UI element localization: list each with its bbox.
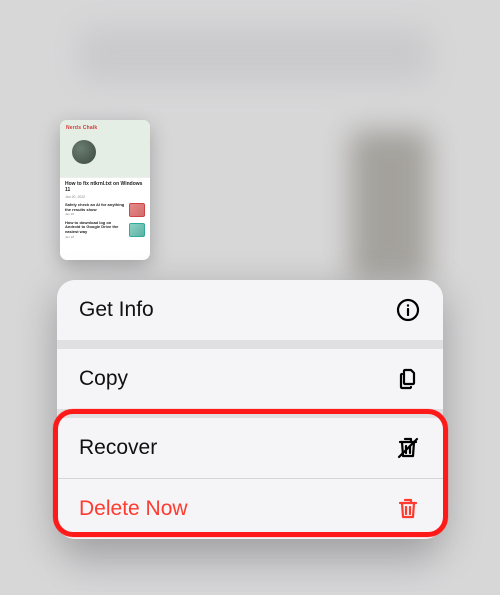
menu-separator-thick [57,409,443,418]
context-menu: Get Info Copy Recover [57,280,443,539]
preview-row1-date: Jan 18 [65,212,126,216]
screenshot-preview[interactable]: Nerds Chalk How to fix ntkrnl.txt on Win… [60,120,150,260]
menu-item-label: Delete Now [79,497,188,521]
menu-item-delete-now[interactable]: Delete Now [57,479,443,539]
preview-headline-date: Jan 20, 2022 [65,195,145,199]
menu-item-copy[interactable]: Copy [57,349,443,409]
preview-row2-date: Jan 18 [65,235,126,239]
menu-item-label: Recover [79,436,157,460]
recover-icon [395,435,421,461]
copy-icon [395,366,421,392]
preview-row1-thumb [129,203,145,217]
preview-row2-title: How to download log on Android to Google… [65,221,126,235]
trash-icon [395,496,421,522]
preview-hero-image [72,140,96,164]
preview-row1-title: Safely check an AI for anything the resu… [65,203,126,213]
menu-separator-thick [57,340,443,349]
info-icon [395,297,421,323]
menu-item-get-info[interactable]: Get Info [57,280,443,340]
menu-item-recover[interactable]: Recover [57,418,443,478]
preview-brand: Nerds Chalk [66,125,97,131]
preview-headline: How to fix ntkrnl.txt on Windows 11 [65,181,145,194]
menu-item-label: Get Info [79,298,154,322]
preview-row2-thumb [129,223,145,237]
menu-item-label: Copy [79,367,128,391]
